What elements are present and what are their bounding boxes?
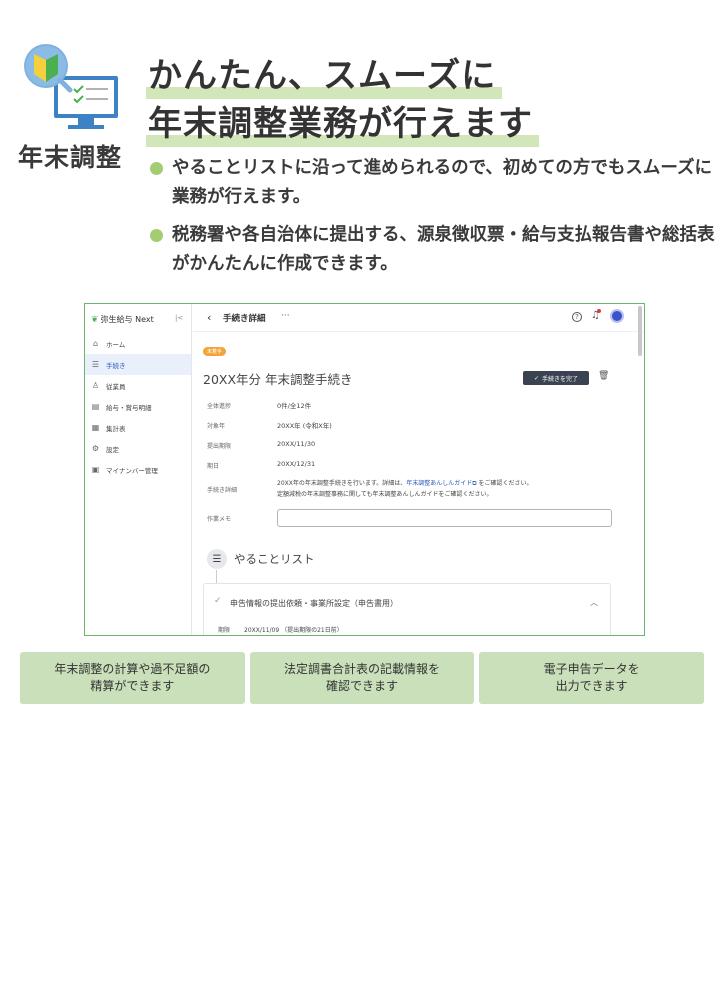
sidebar-item-payslips[interactable]: ▤ 給与・賞与明細 (85, 396, 191, 417)
bullet-dot-icon (150, 162, 163, 175)
settings-icon: ⚙ (91, 444, 100, 453)
complete-procedure-button[interactable]: ✓ 手続きを完了 (523, 371, 589, 385)
todo-list-title: やることリスト (234, 552, 315, 566)
feature-box: 電子申告データを 出力できます (479, 652, 705, 704)
sidebar-item-home[interactable]: ⌂ ホーム (85, 333, 191, 354)
field-value: 0件/全12件 (277, 402, 312, 410)
feature-boxes: 年末調整の計算や過不足額の 精算ができます 法定調書合計表の記載情報を 確認でき… (20, 652, 705, 704)
sidebar-item-summary[interactable]: ▦ 集計表 (85, 417, 191, 438)
top-bar: ‹ 手続き詳細 ··· ? ♫ (193, 304, 644, 332)
check-icon: ✓ (533, 374, 539, 382)
headline-line-2: 年末調整業務が行えます (146, 96, 539, 147)
feature-box: 法定調書合計表の記載情報を 確認できます (249, 652, 475, 704)
procedure-title: 20XX年分 年末調整手続き (203, 372, 353, 387)
sidebar-nav: ⌂ ホーム ☰ 手続き ♙ 従業員 ▤ 給与・賞与明細 ▦ 集計表 ⚙ 設定 ▣… (85, 333, 191, 480)
notification-dot (597, 309, 601, 313)
employee-icon: ♙ (91, 381, 100, 390)
bullet-item: やることリストに沿って進められるので、初めての方でもスムーズに業務が行えます。 (150, 154, 720, 212)
status-badge: 未着手 (203, 347, 227, 356)
field-value: 20XX年 (令和X年) (277, 422, 332, 430)
scrollbar[interactable] (638, 306, 642, 356)
guide-link[interactable]: 年末調整あんしんガイド (406, 480, 472, 487)
headline-line-1: かんたん、スムーズに (146, 48, 503, 99)
card-icon: ▣ (91, 465, 100, 474)
field-label: 期日 (207, 463, 220, 470)
bullet-list: やることリストに沿って進められるので、初めての方でもスムーズに業務が行えます。 … (150, 154, 720, 288)
sidebar-item-employees[interactable]: ♙ 従業員 (85, 375, 191, 396)
field-value: 20XX/12/31 (277, 460, 316, 468)
collapse-sidebar-button[interactable]: |< (175, 314, 183, 322)
calendar-icon: ▦ (91, 423, 100, 432)
field-label: 対象年 (207, 423, 226, 430)
check-icon: ✓ (214, 596, 222, 606)
bullet-dot-icon (150, 229, 163, 242)
deadline-value: 20XX/11/09 （提出期限の21日前） (244, 627, 343, 634)
page-title: 手続き詳細 (223, 314, 266, 324)
todo-card-title: 申告情報の提出依頼・事業所設定（申告書用） (230, 599, 398, 608)
app-screenshot: ❦ 弥生給与 Next |< ⌂ ホーム ☰ 手続き ♙ 従業員 ▤ 給与・賞与… (84, 303, 645, 636)
field-value: 20XX/11/30 (277, 440, 316, 448)
list-icon: ☰ (207, 549, 227, 569)
help-icon[interactable]: ? (572, 312, 582, 322)
sprout-icon: ❦ (91, 314, 99, 325)
document-icon: ▤ (91, 402, 100, 411)
field-label: 作業メモ (207, 516, 232, 523)
todo-card[interactable]: ✓ 申告情報の提出依頼・事業所設定（申告書用） ︿ 期限 20XX/11/09 … (203, 583, 611, 635)
back-chevron-icon[interactable]: ‹ (207, 311, 211, 324)
work-memo-input[interactable] (277, 509, 612, 527)
avatar[interactable] (610, 309, 624, 323)
sidebar-item-procedures[interactable]: ☰ 手続き (85, 354, 191, 375)
feature-box: 年末調整の計算や過不足額の 精算ができます (20, 652, 245, 704)
section-label: 年末調整 (18, 143, 123, 172)
timeline-connector (216, 570, 217, 583)
field-label: 手続き詳細 (207, 487, 238, 494)
field-label: 全体進捗 (207, 403, 232, 410)
chevron-up-icon[interactable]: ︿ (590, 597, 598, 608)
main-content: ‹ 手続き詳細 ··· ? ♫ 未着手 20XX年分 年末調整手続き ✓ 手続き… (193, 304, 644, 635)
beginner-checklist-icon (24, 44, 118, 129)
bullet-item: 税務署や各自治体に提出する、源泉徴収票・給与支払報告書や総括表がかんたんに作成で… (150, 221, 720, 279)
home-icon: ⌂ (92, 339, 99, 348)
field-label: 提出期限 (207, 443, 232, 450)
procedure-icon: ☰ (91, 360, 100, 369)
sidebar-item-mynumber[interactable]: ▣ マイナンバー管理 (85, 459, 191, 480)
sidebar-item-settings[interactable]: ⚙ 設定 (85, 438, 191, 459)
sidebar: ❦ 弥生給与 Next |< ⌂ ホーム ☰ 手続き ♙ 従業員 ▤ 給与・賞与… (85, 304, 192, 635)
deadline-label: 期限 (218, 627, 231, 634)
procedure-detail-text: 20XX年の年末調整手続きを行います。詳細は、年末調整あんしんガイド⧉ をご確認… (277, 480, 533, 498)
brand-logo: ❦ 弥生給与 Next (91, 314, 154, 325)
more-button[interactable]: ··· (281, 311, 290, 321)
trash-icon[interactable]: 🗑 (598, 371, 609, 381)
